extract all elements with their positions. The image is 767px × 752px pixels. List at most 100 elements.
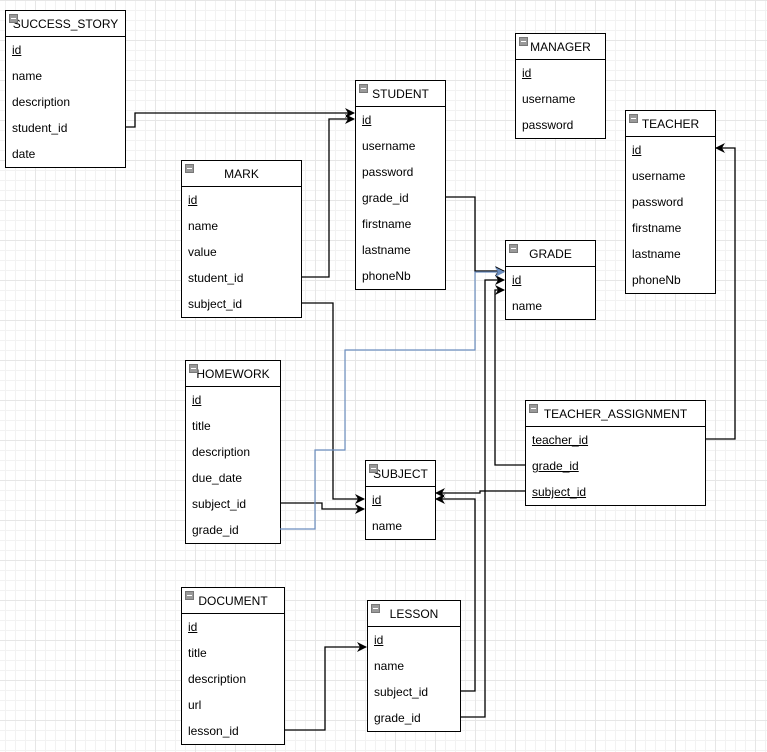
field-row[interactable]: student_id [182, 265, 301, 291]
field-row[interactable]: name [182, 213, 301, 239]
collapse-icon[interactable] [185, 591, 194, 600]
field-row[interactable]: firstname [626, 215, 715, 241]
table-lesson[interactable]: LESSON id name subject_id grade_id [367, 600, 461, 732]
field-row[interactable]: username [516, 86, 605, 112]
field-row[interactable]: id [182, 614, 284, 640]
field-row[interactable]: subject_id [186, 491, 280, 517]
field-row[interactable]: url [182, 692, 284, 718]
table-header[interactable]: HOMEWORK [186, 361, 280, 387]
edge-teacher-assignment-subject[interactable] [435, 488, 525, 498]
field-row[interactable]: subject_id [526, 479, 705, 505]
table-mark[interactable]: MARK id name value student_id subject_id [181, 160, 302, 318]
field-row[interactable]: lastname [626, 241, 715, 267]
field-row[interactable]: description [182, 666, 284, 692]
field-row[interactable]: firstname [356, 211, 445, 237]
table-title: GRADE [529, 247, 572, 261]
field-row[interactable]: username [626, 163, 715, 189]
table-subject[interactable]: SUBJECT id name [365, 460, 436, 540]
table-title: MANAGER [530, 40, 591, 54]
table-header[interactable]: TEACHER [626, 111, 715, 137]
field-row[interactable]: name [6, 63, 125, 89]
table-title: SUBJECT [373, 467, 428, 481]
table-title: SUCCESS_STORY [12, 17, 119, 31]
table-title: STUDENT [372, 87, 429, 101]
edge-lesson-grade[interactable] [460, 275, 505, 718]
field-row[interactable]: title [186, 413, 280, 439]
table-title: MARK [224, 167, 259, 181]
collapse-icon[interactable] [519, 37, 528, 46]
table-header[interactable]: MANAGER [516, 34, 605, 60]
field-row[interactable]: id [506, 267, 595, 293]
field-row[interactable]: lesson_id [182, 718, 284, 744]
field-row[interactable]: phoneNb [356, 263, 445, 289]
table-header[interactable]: STUDENT [356, 81, 445, 107]
field-row[interactable]: id [516, 60, 605, 86]
field-row[interactable]: subject_id [182, 291, 301, 317]
field-row[interactable]: password [626, 189, 715, 215]
collapse-icon[interactable] [185, 164, 194, 173]
edge-document-lesson[interactable] [284, 642, 367, 731]
field-row[interactable]: grade_id [526, 453, 705, 479]
table-title: DOCUMENT [198, 594, 268, 608]
edge-homework-subject[interactable] [280, 502, 365, 514]
field-row[interactable]: value [182, 239, 301, 265]
edge-success-story-student[interactable] [125, 108, 355, 128]
edge-mark-student[interactable] [301, 114, 355, 278]
field-row[interactable]: id [368, 627, 460, 653]
collapse-icon[interactable] [359, 84, 368, 93]
field-row[interactable]: description [186, 439, 280, 465]
table-header[interactable]: DOCUMENT [182, 588, 284, 614]
table-title: LESSON [389, 607, 439, 621]
collapse-icon[interactable] [189, 364, 198, 373]
field-row[interactable]: date [6, 141, 125, 167]
table-header[interactable]: MARK [182, 161, 301, 187]
field-row[interactable]: name [366, 513, 435, 539]
collapse-icon[interactable] [529, 404, 538, 413]
field-row[interactable]: id [356, 107, 445, 133]
field-row[interactable]: subject_id [368, 679, 460, 705]
table-title: TEACHER [641, 117, 700, 131]
field-row[interactable]: name [506, 293, 595, 319]
table-header[interactable]: SUCCESS_STORY [6, 11, 125, 37]
field-row[interactable]: password [516, 112, 605, 138]
edge-student-grade[interactable] [445, 196, 505, 276]
field-row[interactable]: description [6, 89, 125, 115]
table-teacher-assignment[interactable]: TEACHER_ASSIGNMENT teacher_id grade_id subj… [525, 400, 706, 506]
collapse-icon[interactable] [9, 14, 18, 23]
collapse-icon[interactable] [509, 244, 518, 253]
table-header[interactable]: SUBJECT [366, 461, 435, 487]
table-header[interactable]: GRADE [506, 241, 595, 267]
table-grade[interactable]: GRADE id name [505, 240, 596, 320]
field-row[interactable]: grade_id [368, 705, 460, 731]
edge-mark-subject[interactable] [301, 302, 365, 504]
field-row[interactable]: phoneNb [626, 267, 715, 293]
field-row[interactable]: grade_id [356, 185, 445, 211]
field-row[interactable]: due_date [186, 465, 280, 491]
field-row[interactable]: id [6, 37, 125, 63]
table-homework[interactable]: HOMEWORK id title description due_date subjec… [185, 360, 281, 544]
table-success-story[interactable]: SUCCESS_STORYid name description student_id… [5, 10, 126, 168]
field-row[interactable]: title [182, 640, 284, 666]
field-row[interactable]: student_id [6, 115, 125, 141]
table-header[interactable]: LESSON [368, 601, 460, 627]
collapse-icon[interactable] [369, 464, 378, 473]
table-teacher[interactable]: TEACHER id username password firstname lastna… [625, 110, 716, 294]
field-row[interactable]: name [368, 653, 460, 679]
table-student[interactable]: STUDENT id username password grade_id firstna… [355, 80, 446, 290]
table-title: TEACHER_ASSIGNMENT [543, 407, 688, 421]
field-row[interactable]: id [366, 487, 435, 513]
field-row[interactable]: lastname [356, 237, 445, 263]
field-row[interactable]: password [356, 159, 445, 185]
table-manager[interactable]: MANAGER id username password [515, 33, 606, 139]
field-row[interactable]: id [186, 387, 280, 413]
field-row[interactable]: username [356, 133, 445, 159]
table-title: HOMEWORK [196, 367, 270, 381]
field-row[interactable]: id [182, 187, 301, 213]
field-row[interactable]: id [626, 137, 715, 163]
field-row[interactable]: grade_id [186, 517, 280, 543]
collapse-icon[interactable] [629, 114, 638, 123]
table-document[interactable]: DOCUMENT id title description url lesson_id [181, 587, 285, 745]
field-row[interactable]: teacher_id [526, 427, 705, 453]
table-header[interactable]: TEACHER_ASSIGNMENT [526, 401, 705, 427]
collapse-icon[interactable] [371, 604, 380, 613]
